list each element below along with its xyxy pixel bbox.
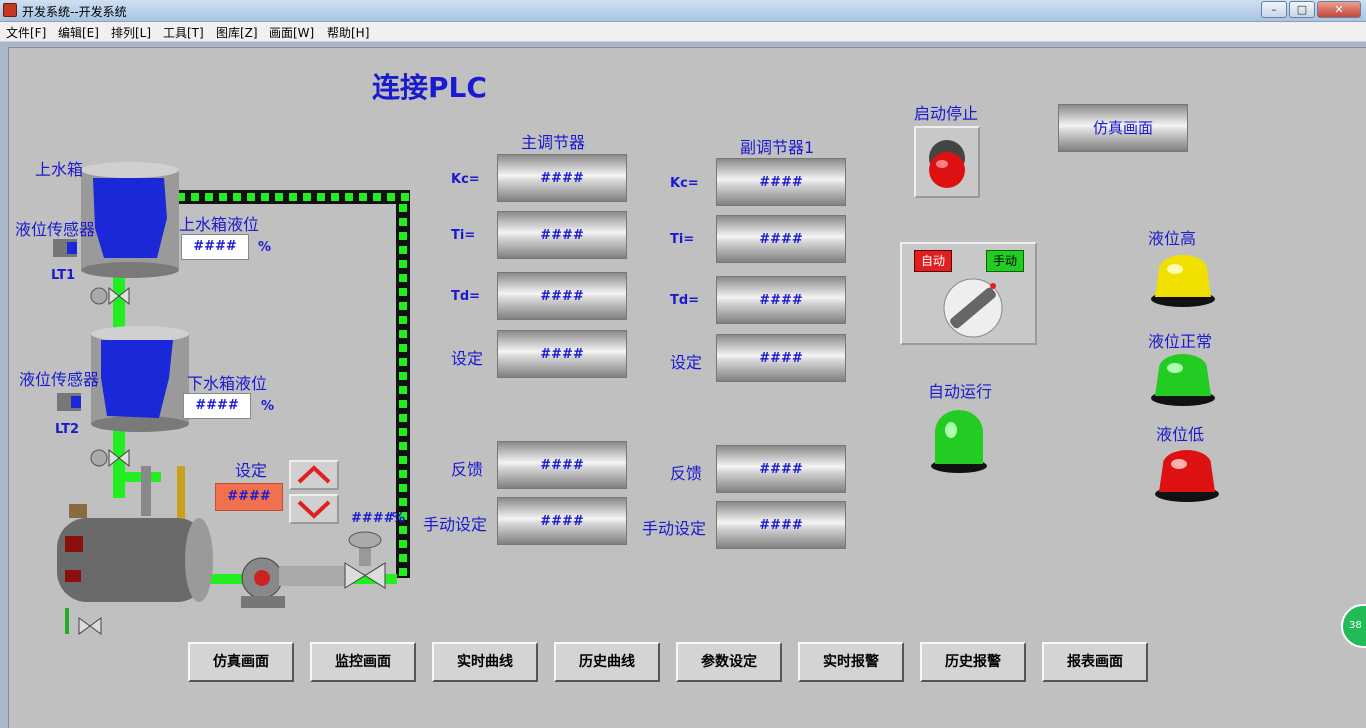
lower-sensor-label: 液位传感器 [19,370,100,389]
start-stop-button[interactable] [914,126,980,198]
auto-manual-switch[interactable]: 自动 手动 [900,242,1037,345]
valve-opening-unit: % [392,511,406,526]
auto-run-lamp-icon [931,410,987,473]
slave-manual-label: 手动设定 [642,519,707,538]
auto-run-label: 自动运行 [928,382,993,401]
master-feedback-field[interactable]: #### [497,441,627,489]
menu-library[interactable]: 图库[Z] [216,24,258,41]
reservoir-tank [57,504,213,602]
upper-sensor-tag: LT1 [51,268,76,283]
auto-tag: 自动 [914,250,952,272]
valve-drain-icon [65,608,102,635]
level-normal-lamp-icon [1151,354,1215,406]
menu-help[interactable]: 帮助[H] [327,24,369,41]
level-low-lamp-icon [1155,450,1219,502]
menu-edit[interactable]: 编辑[E] [58,24,99,41]
lower-sensor-tag: LT2 [55,422,80,437]
valve-opening-value: #### [351,511,395,526]
lower-level-unit: % [261,399,275,414]
nav-report-button[interactable]: 报表画面 [1042,642,1148,682]
emergency-button-icon [929,140,965,188]
slave-feedback-field[interactable]: #### [716,445,846,493]
start-stop-label: 启动停止 [914,104,979,123]
slave-td-label: Td= [670,293,700,308]
level-high-lamp-icon [1151,255,1215,307]
slave-kc-label: Kc= [670,176,699,191]
nav-history-curve-button[interactable]: 历史曲线 [554,642,660,682]
upper-level-value: #### [181,234,249,260]
lower-tank [91,326,189,432]
master-kc-label: Kc= [451,172,480,187]
master-kc-field[interactable]: #### [497,154,627,202]
setpoint-label: 设定 [235,461,268,480]
lower-level-label: 下水箱液位 [187,374,268,393]
slave-manual-field[interactable]: #### [716,501,846,549]
setpoint-value: #### [215,483,283,511]
menu-tools[interactable]: 工具[T] [163,24,204,41]
window-title: 开发系统--开发系统 [22,5,127,19]
level-high-label: 液位高 [1148,229,1197,248]
setpoint-down-button[interactable] [289,494,339,524]
slave-title: 副调节器1 [740,138,815,157]
slave-setpoint-field[interactable]: #### [716,334,846,382]
master-setpoint-label: 设定 [451,349,484,368]
master-ti-field[interactable]: #### [497,211,627,259]
upper-level-label: 上水箱液位 [179,215,260,234]
manual-tag: 手动 [986,250,1024,272]
master-manual-field[interactable]: #### [497,497,627,545]
level-low-label: 液位低 [1156,425,1205,444]
close-button[interactable]: ✕ [1317,1,1361,18]
master-manual-label: 手动设定 [423,515,488,534]
menu-bar: 文件[F] 编辑[E] 排列[L] 工具[T] 图库[Z] 画面[W] 帮助[H… [0,22,1366,42]
slave-feedback-label: 反馈 [670,464,703,483]
title-bar: 开发系统--开发系统 – □ ✕ [0,0,1366,22]
app-icon [3,3,17,17]
upper-tank [81,162,179,278]
rotary-knob-icon [943,278,1003,338]
minimize-button[interactable]: – [1261,1,1287,18]
menu-file[interactable]: 文件[F] [6,24,46,41]
sim-screen-button[interactable]: 仿真画面 [1058,104,1188,152]
slave-td-field[interactable]: #### [716,276,846,324]
slave-kc-field[interactable]: #### [716,158,846,206]
arrow-up-icon [297,465,331,484]
setpoint-up-button[interactable] [289,460,339,490]
upper-sensor-label: 液位传感器 [15,220,96,239]
nav-realtime-alarm-button[interactable]: 实时报警 [798,642,904,682]
nav-monitor-button[interactable]: 监控画面 [310,642,416,682]
slave-ti-label: Ti= [670,232,695,247]
master-setpoint-field[interactable]: #### [497,330,627,378]
slave-ti-field[interactable]: #### [716,215,846,263]
nav-sim-button[interactable]: 仿真画面 [188,642,294,682]
maximize-button[interactable]: □ [1289,1,1315,18]
master-td-field[interactable]: #### [497,272,627,320]
nav-params-button[interactable]: 参数设定 [676,642,782,682]
pump-icon [241,557,349,608]
master-title: 主调节器 [521,133,586,152]
menu-screen[interactable]: 画面[W] [269,24,314,41]
upper-tank-label: 上水箱 [35,160,84,179]
level-normal-label: 液位正常 [1148,332,1213,351]
menu-arrange[interactable]: 排列[L] [111,24,151,41]
arrow-down-icon [297,500,331,519]
master-feedback-label: 反馈 [451,460,484,479]
upper-level-unit: % [258,240,272,255]
master-ti-label: Ti= [451,228,476,243]
lower-level-value: #### [183,393,251,419]
process-diagram [53,162,410,635]
side-badge[interactable]: 38 [1341,604,1366,648]
nav-history-alarm-button[interactable]: 历史报警 [920,642,1026,682]
slave-setpoint-label: 设定 [670,353,703,372]
hmi-canvas: 连接PLC 上水箱 液位传感器 LT1 上水箱液位 #### % 液位传感器 L… [8,47,1366,728]
nav-realtime-curve-button[interactable]: 实时曲线 [432,642,538,682]
master-td-label: Td= [451,289,481,304]
